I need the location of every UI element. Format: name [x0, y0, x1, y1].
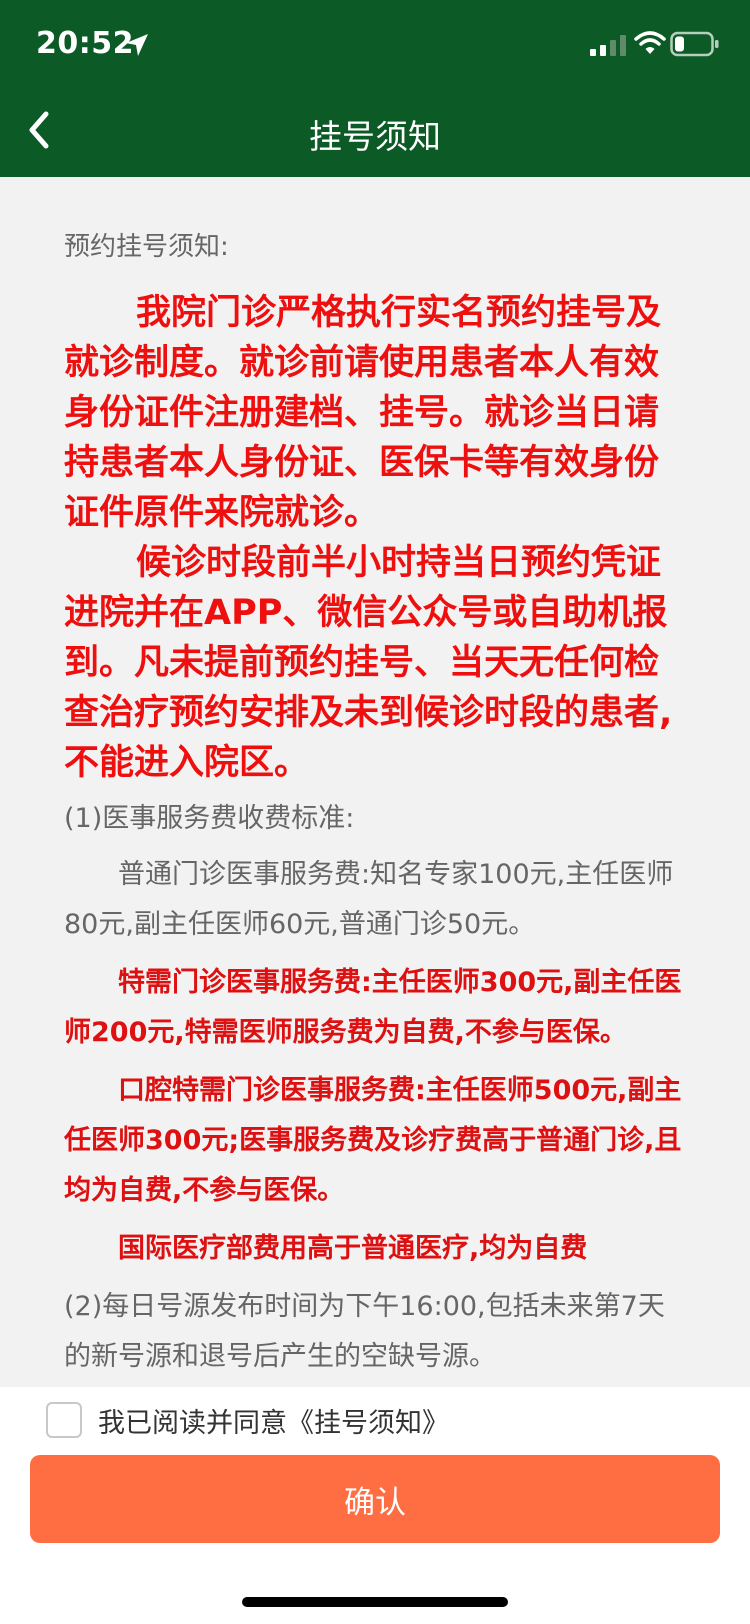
page-title: 挂号须知: [309, 117, 441, 156]
release-time-info: (2)每日号源发布时间为下午16:00,包括未来第7天的新号源和退号后产生的空缺…: [64, 1291, 665, 1372]
confirm-button[interactable]: 确认: [30, 1455, 720, 1543]
agree-checkbox[interactable]: [46, 1402, 82, 1438]
notice-section-title: 预约挂号须知:: [64, 232, 229, 262]
status-bar: 20:52: [0, 0, 750, 88]
agree-row[interactable]: 我已阅读并同意《挂号须知》: [46, 1400, 449, 1440]
alert-paragraph-realname: 我院门诊严格执行实名预约挂号及就诊制度。就诊前请使用患者本人有效身份证件注册建档…: [64, 293, 662, 533]
nav-bar: 挂号须知: [0, 88, 750, 177]
footer-bar: 我已阅读并同意《挂号须知》 确认: [0, 1387, 750, 1624]
status-time: 20:52: [36, 26, 134, 61]
fee-special-clinic: 特需门诊医事服务费:主任医师300元,副主任医师200元,特需医师服务费为自费,…: [64, 967, 682, 1048]
agree-label: 我已阅读并同意《挂号须知》: [98, 1407, 449, 1439]
notice-content[interactable]: 预约挂号须知: 我院门诊严格执行实名预约挂号及就诊制度。就诊前请使用患者本人有效…: [0, 177, 750, 1387]
alert-paragraph-checkin: 候诊时段前半小时持当日预约凭证进院并在APP、微信公众号或自助机报到。凡未提前预…: [64, 543, 673, 783]
fee-international: 国际医疗部费用高于普通医疗,均为自费: [118, 1233, 588, 1264]
fee-standard-title: (1)医事服务费收费标准:: [64, 803, 355, 834]
fee-dental-special: 口腔特需门诊医事服务费:主任医师500元,副主任医师300元;医事服务费及诊疗费…: [64, 1075, 682, 1206]
location-arrow-icon: [126, 34, 148, 56]
signal-icon: [590, 35, 626, 56]
wifi-icon: [634, 31, 666, 54]
battery-icon: [670, 31, 719, 57]
app-header: 20:52 挂号须知: [0, 0, 750, 177]
fee-normal-clinic: 普通门诊医事服务费:知名专家100元,主任医师80元,副主任医师60元,普通门诊…: [64, 859, 674, 940]
home-indicator: [242, 1597, 508, 1607]
